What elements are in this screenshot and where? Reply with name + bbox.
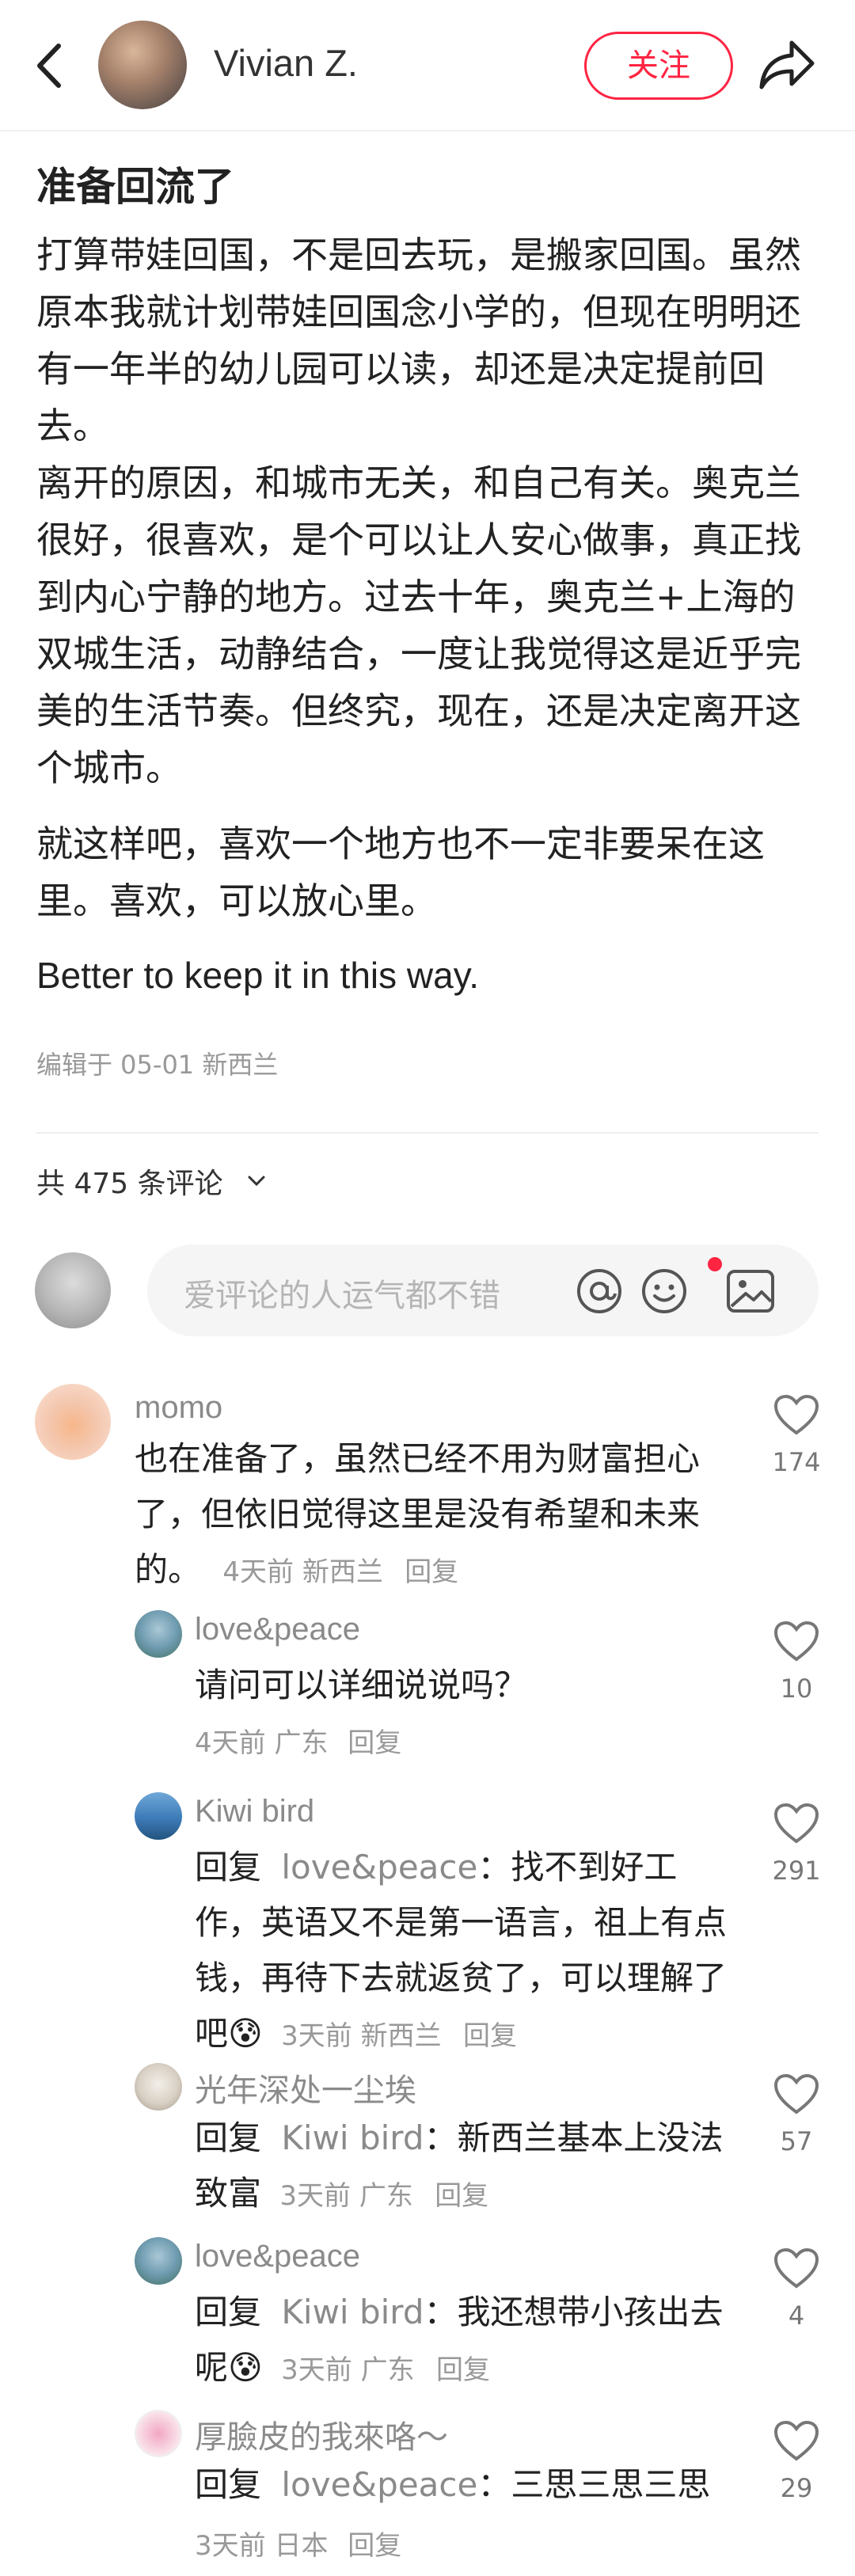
author-name[interactable]: Vivian Z.: [214, 41, 358, 85]
post-body-paragraph: 打算带娃回国，不是回去玩，是搬家回国。虽然原本我就计划带娃回国念小学的，但现在明…: [36, 234, 801, 789]
top-bar: Vivian Z. 关注: [0, 0, 855, 131]
post-title: 准备回流了: [36, 164, 234, 210]
like-count: 10: [780, 1674, 813, 1704]
comment-text: 回复 love&peace：找不到好工作，英语又不是第一语言，祖上有点钱，再待下…: [195, 1848, 728, 2053]
commenter-name[interactable]: 光年深处一尘埃: [195, 2065, 416, 2111]
heart-icon[interactable]: [773, 2247, 820, 2291]
like-count: 291: [772, 1856, 821, 1886]
comment-count[interactable]: 共 475 条评论: [36, 1161, 223, 1202]
comment-text: 回复 Kiwi bird：新西兰基本上没法致富 3天前 广东 回复: [195, 2118, 724, 2213]
crying-emoji: 😰: [228, 2348, 263, 2387]
reply-prefix: 回复: [195, 2465, 262, 2504]
commenter-name[interactable]: momo: [135, 1390, 222, 1426]
commenter-name[interactable]: love&peace: [195, 2239, 360, 2274]
back-arrow-icon[interactable]: [30, 40, 71, 92]
reply-button[interactable]: 回复: [436, 2354, 490, 2386]
commenter-avatar[interactable]: [135, 2410, 182, 2457]
comment-meta: 3天前 广东: [281, 2354, 415, 2386]
reply-target[interactable]: love&peace: [281, 1848, 477, 1886]
divider: [36, 1132, 819, 1134]
like-count: 29: [780, 2473, 813, 2503]
commenter-name[interactable]: love&peace: [195, 1612, 360, 1647]
commenter-avatar[interactable]: [135, 2063, 182, 2111]
reply-button[interactable]: 回复: [405, 1556, 458, 1588]
reply-target[interactable]: love&peace: [281, 2465, 477, 2504]
reply-prefix: 回复: [195, 1848, 262, 1886]
heart-icon[interactable]: [773, 2419, 820, 2464]
commenter-avatar[interactable]: [35, 1384, 111, 1460]
image-icon[interactable]: [725, 1267, 776, 1316]
reply-target[interactable]: Kiwi bird: [281, 2118, 424, 2157]
comment-meta: 3天前 新西兰: [281, 2020, 442, 2052]
comment-text: 回复 Kiwi bird：我还想带小孩出去呢😰 3天前 广东 回复: [195, 2293, 724, 2387]
comment-meta: 3天前 广东: [279, 2180, 413, 2212]
commenter-avatar[interactable]: [135, 2237, 182, 2285]
reply-button[interactable]: 回复: [435, 2180, 488, 2212]
commenter-avatar[interactable]: [135, 1792, 182, 1840]
comment-text: 请问可以详细说说吗？: [195, 1666, 528, 1704]
reply-button[interactable]: 回复: [348, 1727, 401, 1759]
chevron-down-icon[interactable]: [247, 1173, 266, 1189]
reply-prefix: 回复: [195, 2118, 262, 2157]
at-icon[interactable]: [575, 1267, 624, 1316]
post-body-paragraph: 就这样吧，喜欢一个地方也不一定非要呆在这里。喜欢，可以放心里。: [36, 823, 765, 922]
post-body-paragraph: Better to keep it in this way.: [36, 955, 480, 996]
reply-button[interactable]: 回复: [348, 2530, 401, 2562]
reply-prefix: 回复: [195, 2293, 262, 2331]
like-count: 174: [772, 1447, 821, 1477]
follow-button[interactable]: 关注: [584, 32, 733, 100]
my-avatar: [35, 1252, 111, 1328]
comment-meta: 4天前 新西兰: [222, 1556, 383, 1588]
commenter-name[interactable]: 厚臉皮的我來咯～: [195, 2411, 448, 2457]
comment-text: 也在准备了，虽然已经不用为财富担心了，但依旧觉得这里是没有希望和未来的。 4天前…: [135, 1439, 701, 1589]
author-avatar[interactable]: [98, 21, 187, 109]
share-icon[interactable]: [757, 36, 817, 93]
comment-input[interactable]: 爱评论的人运气都不错: [147, 1244, 819, 1336]
comment-meta: 4天前 广东 回复: [195, 1727, 402, 1759]
heart-icon[interactable]: [773, 1620, 820, 1664]
post-meta: 编辑于 05-01 新西兰: [36, 1050, 279, 1080]
comment-input-placeholder: 爱评论的人运气都不错: [184, 1278, 500, 1314]
like-count: 57: [780, 2126, 813, 2156]
notification-dot: [708, 1257, 722, 1271]
commenter-avatar[interactable]: [135, 1610, 182, 1658]
heart-icon[interactable]: [773, 1393, 820, 1438]
emoji-icon[interactable]: [640, 1267, 689, 1316]
comment-meta: 3天前 日本 回复: [195, 2530, 402, 2562]
reply-button[interactable]: 回复: [463, 2020, 517, 2052]
heart-icon[interactable]: [773, 1802, 820, 1846]
comment-text: 回复 love&peace：三思三思三思: [195, 2465, 711, 2504]
crying-emoji: 😰: [228, 2014, 263, 2053]
reply-target[interactable]: Kiwi bird: [281, 2293, 424, 2331]
commenter-name[interactable]: Kiwi bird: [195, 1794, 314, 1829]
heart-icon[interactable]: [773, 2073, 820, 2117]
like-count: 4: [788, 2301, 805, 2331]
